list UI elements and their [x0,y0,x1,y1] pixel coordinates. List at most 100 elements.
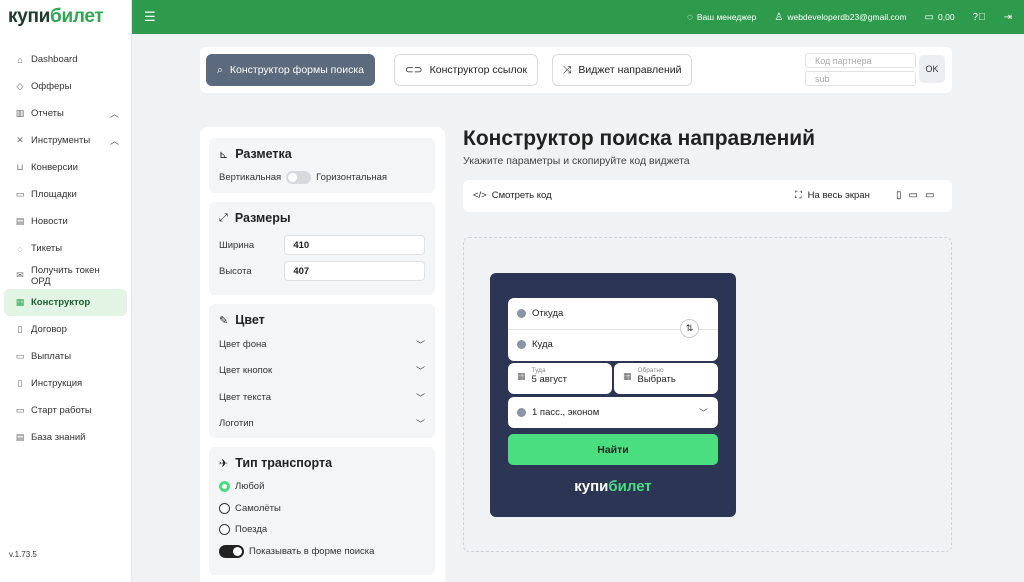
logout-icon[interactable]: ⇥ [1004,12,1012,23]
location-icon [517,340,526,349]
sidebar-item-dashboard[interactable]: ⌂ Dashboard [4,46,127,73]
user-icon [517,408,526,417]
sidebar-item-instruction[interactable]: ▯ Инструкция [4,370,127,397]
phone-icon[interactable]: ▯ [896,190,902,201]
radio-unchecked[interactable] [219,524,230,536]
transport-option-trains[interactable]: Поезда [219,519,425,541]
desktop-icon[interactable]: ▭ [925,190,934,201]
transport-option-planes[interactable]: Самолёты [219,498,425,520]
find-button[interactable]: Найти [508,434,718,465]
color-title: ✎ Цвет [219,313,425,327]
tablet-icon[interactable]: ▭ [909,190,918,201]
transport-card: ✈ Тип транспорта Любой Самолёты Поезда По… [209,447,435,575]
sidebar-item-tools[interactable]: ✕ Инструменты ︿ [4,127,127,154]
date-there-wrap: ▦ Туда 5 август [517,367,567,385]
sidebar-item-label: Получить токен ОРД [31,264,100,287]
radio-unchecked[interactable] [219,502,230,514]
swap-icon[interactable]: ⇅ [680,319,699,338]
date-back-field[interactable]: ▦ Обратно Выбрать [614,363,718,394]
to-field[interactable]: Куда [517,339,553,350]
date-back-text: Обратно Выбрать [638,367,676,385]
wallet-icon: ▭ [924,11,934,23]
cart-icon: ⊔ [16,162,24,172]
partner-code-input[interactable]: Код партнера [805,53,916,68]
height-label: Высота [219,265,252,277]
help-icon[interactable]: ?⃝ [973,12,986,23]
sidebar-item-knowledge[interactable]: ▤ База знаний [4,424,127,451]
sidebar-item-ord-token[interactable]: ✉ Получить токен ОРД [4,262,127,289]
sidebar-item-tickets[interactable]: ◌ Тикеты [4,235,127,262]
height-input[interactable]: 407 [284,261,425,281]
orientation-toggle[interactable] [286,171,312,184]
sidebar-item-label: Тикеты [31,243,63,254]
sidebar-item-label: Инструкция [31,378,83,389]
manager-link[interactable]: ◌ Ваш менеджер [687,12,756,23]
tab-search-form-builder[interactable]: ⌕ Конструктор формы поиска [206,54,375,86]
calendar-icon: ▦ [623,370,632,381]
book-open-icon: ▯ [17,378,23,388]
balance-value: 0,00 [938,12,955,22]
date-back-wrap: ▦ Обратно Выбрать [623,367,676,385]
sub-input[interactable]: sub [805,71,916,86]
sidebar-item-contract[interactable]: ▯ Договор [4,316,127,343]
sidebar-item-platforms[interactable]: ▭ Площадки [4,181,127,208]
radio-checked[interactable] [219,481,230,493]
sidebar-item-reports[interactable]: ▥ Отчеты ︿ [4,100,127,127]
ok-button[interactable]: OK [919,55,945,83]
view-code-button[interactable]: </> Смотреть код [473,190,552,201]
version-label: v.1.73.5 [9,550,37,559]
show-in-form-label: Показывать в форме поиска [249,545,375,557]
sidebar-item-offers[interactable]: ◇ Офферы [4,73,127,100]
sidebar-item-payouts[interactable]: ▭ Выплаты [4,343,127,370]
tab-link-builder[interactable]: ⊂⊃ Конструктор ссылок [394,54,539,86]
tools-icon: ✕ [16,135,24,145]
link-icon: ⊂⊃ [405,64,423,76]
from-field[interactable]: Откуда [517,308,563,319]
passengers-field[interactable]: 1 пасс., эконом ﹀ [508,397,718,428]
sidebar-item-start[interactable]: ▭ Старт работы [4,397,127,424]
color-text-row[interactable]: Цвет текста ﹀ [219,384,425,411]
chevron-down-icon: ﹀ [415,419,425,430]
chevron-down-icon: ﹀ [698,408,708,418]
height-row: Высота 407 [219,261,425,281]
account-link[interactable]: ♙ webdeveloperdb23@gmail.com [774,12,906,23]
sidebar-item-conversions[interactable]: ⊔ Конверсии [4,154,127,181]
topbar: ☰ ◌ Ваш менеджер ♙ webdeveloperdb23@gmail.… [132,0,1024,34]
sidebar-item-news[interactable]: ▤ Новости [4,208,127,235]
color-logo-row[interactable]: Логотип ﹀ [219,411,425,438]
sidebar-item-label: Площадки [31,189,77,200]
radio-label: Любой [235,481,265,493]
chevron-up-icon: ︿ [109,136,119,146]
show-in-form-toggle[interactable] [219,544,244,558]
transport-option-any[interactable]: Любой [219,476,425,498]
window-icon: ▭ [15,189,25,199]
sidebar-item-label: Новости [31,216,68,227]
date-back-value: Выбрать [637,374,676,385]
logo[interactable]: купи билет [0,0,131,34]
color-bg-row[interactable]: Цвет фона ﹀ [219,331,425,358]
from-label: Откуда [532,308,564,319]
tab-directions-widget[interactable]: ⤨ Виджет направлений [552,54,693,86]
sidebar-item-label: Dashboard [31,54,78,65]
sidebar-item-label: Выплаты [31,351,72,362]
color-buttons-row[interactable]: Цвет кнопок ﹀ [219,358,425,385]
tab-label: Конструктор ссылок [429,64,528,76]
radio-label: Поезда [235,524,268,536]
sidebar-item-label: Конструктор [31,297,91,308]
chat-icon: ◌ [17,243,23,254]
date-there-field[interactable]: ▦ Туда 5 август [508,363,612,394]
to-label: Куда [532,339,553,350]
tab-label: Конструктор формы поиска [229,64,364,76]
color-card: ✎ Цвет Цвет фона ﹀ Цвет кнопок ﹀ Цвет текст… [209,304,435,438]
balance[interactable]: ▭ 0,00 [925,12,955,23]
home-icon: ⌂ [17,54,23,65]
sidebar-item-builder[interactable]: ▦ Конструктор [4,289,127,316]
sidebar-item-label: Договор [31,324,67,335]
width-input[interactable]: 410 [284,235,425,255]
fullscreen-button[interactable]: ⛶ На весь экран [795,190,870,201]
settings-panel: ⊾ Разметка Вертикальная Горизонтальная ⤢ Р… [200,127,445,582]
code-icon: </> [473,190,487,201]
markup-title: ⊾ Разметка [219,147,425,161]
sizes-title-text: Размеры [234,211,291,225]
menu-icon[interactable]: ☰ [144,9,156,25]
